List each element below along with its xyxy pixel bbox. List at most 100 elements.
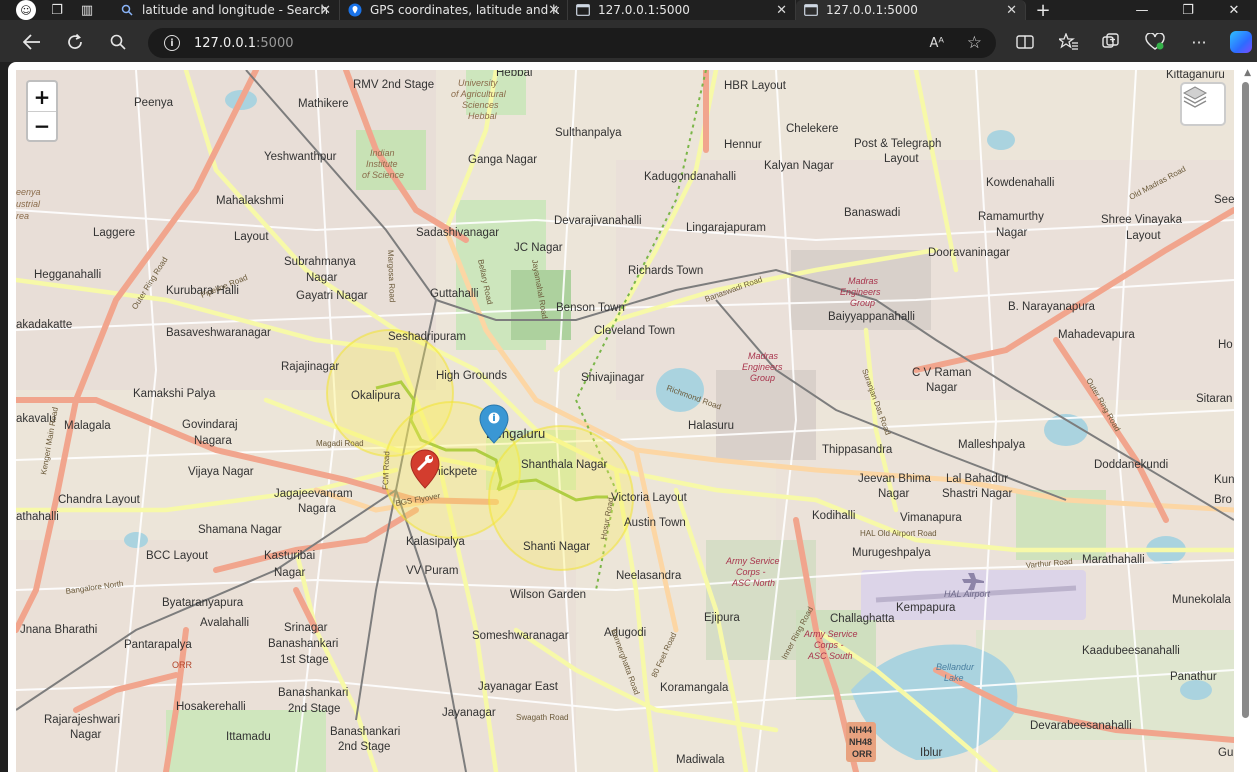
map-label: Engineers <box>742 362 783 372</box>
page-scrollbar[interactable]: ▲ <box>1234 62 1257 772</box>
leaflet-map[interactable]: Hebbal Kittaganuru Peenya RMV 2nd Stage … <box>16 70 1234 772</box>
copilot-button[interactable] <box>1227 28 1255 56</box>
map-label: Engineers <box>840 287 881 297</box>
map-label: B. Narayanapura <box>1008 301 1096 313</box>
split-screen-icon[interactable] <box>1011 28 1039 56</box>
refresh-button[interactable] <box>61 28 89 56</box>
url-port: :5000 <box>256 35 294 51</box>
map-label: Mathikere <box>298 98 349 110</box>
map-label: Kasturibai <box>264 550 315 562</box>
highway-label: NH48 <box>849 737 872 747</box>
map-label: Ramamurthy <box>978 211 1044 223</box>
map-label: Shanti Nagar <box>523 541 590 553</box>
map-label: ASC South <box>807 651 853 661</box>
map-label: Jnana Bharathi <box>20 624 97 636</box>
map-label: Jayanagar East <box>478 681 559 693</box>
close-icon[interactable]: ✕ <box>320 3 331 18</box>
map-label: HBR Layout <box>724 80 787 92</box>
map-label: Shastri Nagar <box>942 488 1012 500</box>
close-icon[interactable]: ✕ <box>776 3 787 18</box>
restore-icon[interactable]: ❐ <box>1165 0 1211 20</box>
tab-localhost-1[interactable]: 127.0.0.1:5000 ✕ <box>568 0 796 20</box>
search-button[interactable] <box>104 28 132 56</box>
map-label: Nagara <box>298 503 336 515</box>
map-label: Jayanagar <box>442 707 496 719</box>
map-label: Kun <box>1214 474 1234 486</box>
map-label: Mahadevapura <box>1058 329 1135 341</box>
favorites-icon[interactable] <box>1055 28 1083 56</box>
back-button[interactable] <box>18 28 46 56</box>
map-label: Ho <box>1218 339 1233 351</box>
map-label: Victoria Layout <box>611 492 688 504</box>
map-label: Jagajeevanram <box>274 488 353 500</box>
map-label: Koramangala <box>660 682 729 694</box>
scroll-up-icon[interactable]: ▲ <box>1244 68 1251 78</box>
tab-localhost-2[interactable]: 127.0.0.1:5000 ✕ <box>796 0 1026 20</box>
map-label: Shamana Nagar <box>198 524 282 536</box>
address-bar[interactable]: i 127.0.0.1:5000 Aᴬ ☆ <box>148 28 996 58</box>
map-label: Govindaraj <box>182 419 238 431</box>
zoom-in-button[interactable]: + <box>28 82 56 111</box>
map-label: Okalipura <box>351 390 401 402</box>
tab-gps[interactable]: GPS coordinates, latitude and lo ✕ <box>340 0 568 20</box>
map-label: Kowdenahalli <box>986 177 1054 189</box>
map-tiles[interactable]: Hebbal Kittaganuru Peenya RMV 2nd Stage … <box>16 70 1234 772</box>
map-label: See <box>1214 194 1234 206</box>
road-label: Swagath Road <box>516 713 568 722</box>
read-aloud-icon[interactable]: Aᴬ <box>930 28 945 58</box>
map-label: Baiyyappanahalli <box>828 311 915 323</box>
copilot-icon <box>1230 31 1252 53</box>
map-label: ustrial <box>16 199 41 209</box>
map-label: Guttahalli <box>430 288 479 300</box>
close-icon[interactable]: ✕ <box>548 3 559 18</box>
tab-title: latitude and longitude - Search <box>142 3 328 17</box>
map-label: Devarabeesanahalli <box>1030 720 1132 732</box>
browser-essentials-icon[interactable] <box>1141 28 1169 56</box>
zoom-control: + − <box>26 80 58 142</box>
map-label: Wilson Garden <box>510 589 586 601</box>
road-label: ORR <box>172 660 193 670</box>
scroll-thumb[interactable] <box>1242 82 1249 718</box>
vertical-tabs-icon[interactable]: ▥ <box>72 0 102 20</box>
map-label: Madras <box>848 276 879 286</box>
map-label: Ejipura <box>704 612 740 624</box>
more-options-icon[interactable]: ··· <box>1185 28 1213 56</box>
zoom-out-button[interactable]: − <box>28 111 56 140</box>
workspaces-icon[interactable]: ❐ <box>42 0 72 20</box>
map-label: Bellandur <box>936 662 975 672</box>
map-label: 2nd Stage <box>288 703 340 715</box>
map-label: Munekolala <box>1172 594 1231 606</box>
map-label: Madras <box>748 351 779 361</box>
window-controls: — ❐ ✕ <box>1119 0 1257 20</box>
map-label: Kalasipalya <box>406 536 465 548</box>
map-label: Nagar <box>926 382 957 394</box>
map-label: Kalyan Nagar <box>764 160 834 172</box>
page-viewport: Hebbal Kittaganuru Peenya RMV 2nd Stage … <box>8 62 1257 772</box>
road-label: Magadi Road <box>316 439 364 448</box>
map-label: of Science <box>362 170 404 180</box>
collections-icon[interactable] <box>1097 28 1125 56</box>
map-label: Vijaya Nagar <box>188 466 254 478</box>
map-label: Gayatri Nagar <box>296 290 368 302</box>
profile-avatar[interactable]: ☺ <box>16 0 36 20</box>
map-label: Rajarajeshwari <box>44 714 120 726</box>
close-icon[interactable]: ✕ <box>1006 3 1017 18</box>
map-label: Banashankari <box>268 638 338 650</box>
map-label: Jeevan Bhima <box>858 473 931 485</box>
map-label: Peenya <box>134 97 174 109</box>
map-label: Corps - <box>814 640 844 650</box>
favorite-star-icon[interactable]: ☆ <box>967 28 982 58</box>
map-label: Layout <box>1126 230 1161 242</box>
close-window-icon[interactable]: ✕ <box>1211 0 1257 20</box>
site-info-icon[interactable]: i <box>164 35 180 51</box>
tab-search[interactable]: latitude and longitude - Search ✕ <box>112 0 340 20</box>
address-toolbar: i 127.0.0.1:5000 Aᴬ ☆ ··· <box>0 20 1257 62</box>
map-label: Benson Town <box>556 302 625 314</box>
map-label: Lal Bahadur <box>946 473 1008 485</box>
map-label: RMV 2nd Stage <box>353 79 434 91</box>
map-label: Layout <box>234 231 269 243</box>
new-tab-button[interactable]: + <box>1026 0 1060 21</box>
minimize-icon[interactable]: — <box>1119 0 1165 20</box>
layers-button[interactable] <box>1180 82 1226 126</box>
map-label: Challaghatta <box>830 613 895 625</box>
